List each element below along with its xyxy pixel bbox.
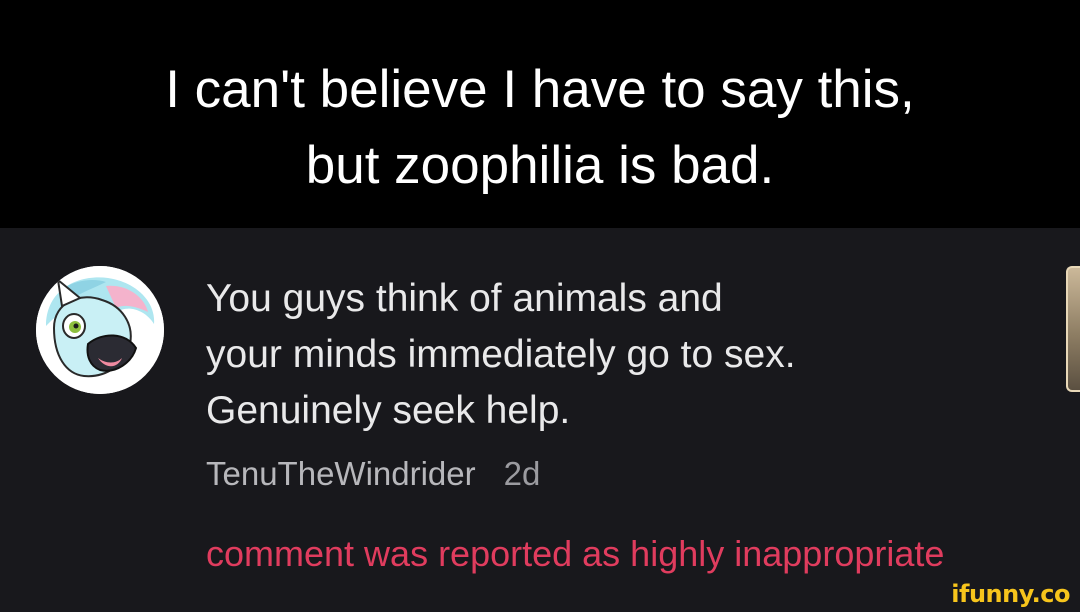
comment-age: 2d <box>503 455 541 492</box>
comment-meta: TenuTheWindrider 2d <box>206 452 540 496</box>
meme-page: I can't believe I have to say this, but … <box>0 0 1080 612</box>
caption-line-1: I can't believe I have to say this, <box>165 60 915 119</box>
media-thumbnail-icon[interactable] <box>1066 266 1080 392</box>
reported-notice: comment was reported as highly inappropr… <box>206 533 945 574</box>
meme-caption: I can't believe I have to say this, but … <box>0 0 1080 228</box>
comment-body: You guys think of animals and your minds… <box>206 277 796 432</box>
comment-card: You guys think of animals and your minds… <box>0 228 1080 612</box>
caption-line-2: but zoophilia is bad. <box>305 136 775 195</box>
furry-bird-avatar-icon <box>36 266 164 394</box>
ifunny-watermark-logo: ifunny.co <box>951 580 1070 608</box>
comment-username[interactable]: TenuTheWindrider <box>206 455 476 492</box>
user-avatar-icon[interactable] <box>36 266 164 394</box>
